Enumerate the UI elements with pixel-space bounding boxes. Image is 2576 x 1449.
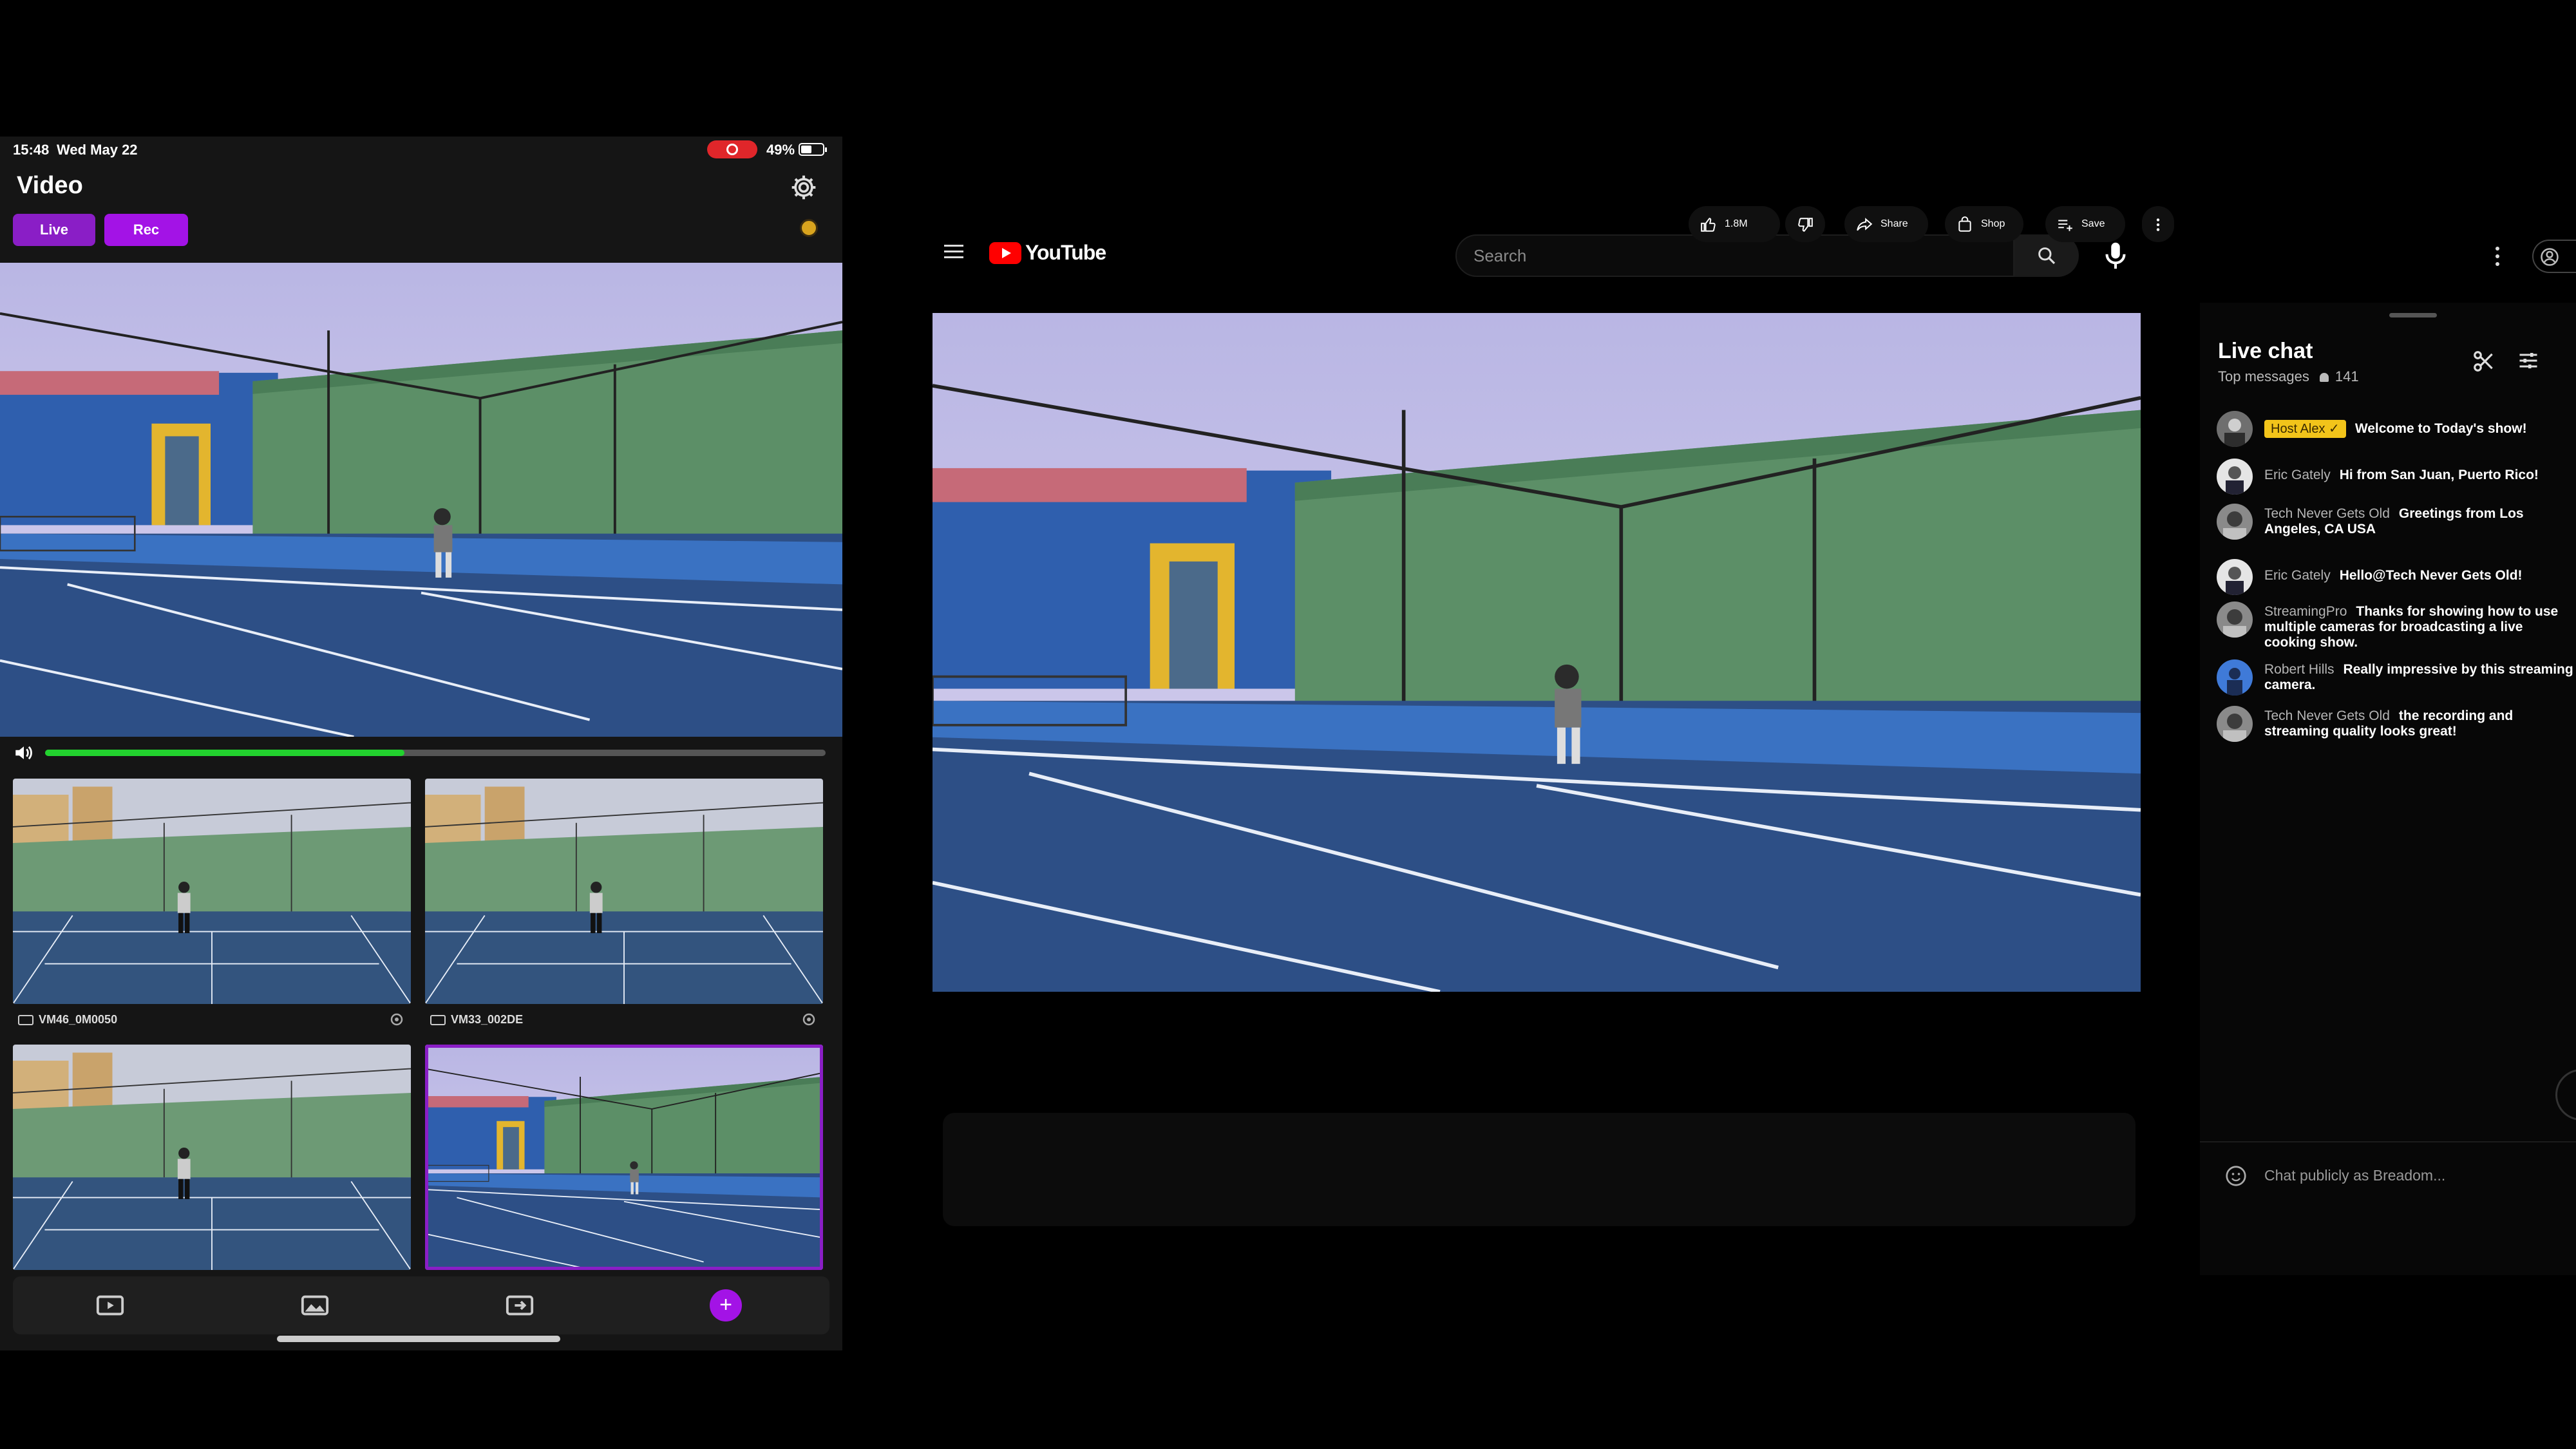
bottom-tab-bar: + bbox=[13, 1276, 829, 1334]
gear-icon[interactable] bbox=[790, 173, 818, 202]
camera-thumbnail[interactable] bbox=[13, 1045, 411, 1270]
like-button[interactable]: 1.8M bbox=[1689, 206, 1780, 242]
search-icon bbox=[2038, 247, 2056, 265]
speaker-icon[interactable] bbox=[13, 742, 35, 764]
menu-icon[interactable] bbox=[944, 245, 963, 259]
avatar bbox=[2217, 459, 2253, 495]
youtube-play-icon bbox=[989, 242, 1021, 264]
gear-icon[interactable] bbox=[389, 1012, 404, 1027]
viewer-count: 141 bbox=[2334, 368, 2359, 384]
shop-label: Shop bbox=[1981, 218, 2005, 229]
live-button[interactable]: Live bbox=[13, 214, 95, 246]
camera-thumbnail-selected[interactable] bbox=[425, 1045, 823, 1270]
chat-author: Robert Hills bbox=[2264, 662, 2334, 677]
video-icon[interactable] bbox=[95, 1291, 125, 1320]
home-indicator[interactable] bbox=[277, 1336, 560, 1342]
battery-icon bbox=[799, 143, 827, 156]
chat-message: Tech Never Gets Old Greetings from Los An… bbox=[2217, 504, 2576, 554]
camera-label: VM33_002DE bbox=[430, 1007, 523, 1032]
video-description-box[interactable] bbox=[943, 1113, 2136, 1226]
avatar bbox=[2217, 601, 2253, 638]
add-to-playlist-icon bbox=[2058, 220, 2072, 231]
avatar bbox=[2217, 659, 2253, 696]
save-label: Save bbox=[2081, 218, 2105, 229]
avatar[interactable] bbox=[800, 219, 818, 237]
main-camera-preview[interactable] bbox=[0, 263, 842, 737]
status-time: 15:48 bbox=[13, 142, 50, 158]
account-icon bbox=[2541, 248, 2559, 266]
chat-message: StreamingPro Thanks for showing how to us… bbox=[2217, 601, 2576, 656]
screen-record-indicator[interactable] bbox=[707, 140, 757, 158]
avatar bbox=[2217, 706, 2253, 742]
chat-text: Hello@Tech Never Gets Old! bbox=[2339, 568, 2523, 583]
video-player[interactable] bbox=[933, 313, 2141, 992]
thumbs-down-icon bbox=[1798, 218, 1813, 232]
host-badge: Host Alex ✓ bbox=[2264, 420, 2346, 438]
chat-author: StreamingPro bbox=[2264, 604, 2347, 619]
avatar bbox=[2217, 411, 2253, 447]
share-label: Share bbox=[1880, 218, 1908, 229]
chat-mode-selector[interactable]: Top messages 141 bbox=[2218, 368, 2359, 385]
chat-message: Eric Gately Hello@Tech Never Gets Old! bbox=[2217, 559, 2576, 598]
chat-mode: Top messages bbox=[2218, 368, 2309, 384]
thumbs-up-icon bbox=[1701, 218, 1716, 232]
chat-title: Live chat bbox=[2218, 339, 2313, 363]
shopping-bag-icon bbox=[1958, 216, 1971, 232]
camera-name: VM33_002DE bbox=[451, 1013, 524, 1026]
camera-thumbnail[interactable] bbox=[425, 779, 823, 1004]
logo-text: YouTube bbox=[1025, 241, 1106, 264]
microphone-icon[interactable] bbox=[2098, 238, 2133, 273]
shop-button[interactable]: Shop bbox=[1945, 206, 2023, 242]
filter-settings-icon[interactable] bbox=[2517, 349, 2540, 372]
person-icon bbox=[2319, 373, 2329, 382]
battery-percent: 49% bbox=[766, 142, 795, 158]
status-date: Wed May 22 bbox=[57, 142, 138, 158]
rec-button[interactable]: Rec bbox=[104, 214, 188, 246]
gallery-icon[interactable] bbox=[300, 1291, 330, 1320]
chat-text: Hi from San Juan, Puerto Rico! bbox=[2339, 468, 2539, 482]
camera-thumbnail[interactable] bbox=[13, 779, 411, 1004]
chat-message: Robert Hills Really impressive by this st… bbox=[2217, 659, 2576, 698]
chat-drag-handle[interactable] bbox=[2389, 313, 2437, 317]
camera-name: VM46_0M0050 bbox=[39, 1013, 118, 1026]
status-bar: 15:48 Wed May 22 49% bbox=[0, 137, 842, 162]
switch-icon[interactable] bbox=[505, 1291, 535, 1320]
avatar bbox=[2217, 559, 2253, 595]
youtube-page: YouTube 1.8M Share Shop Save Live chat T… bbox=[842, 206, 2576, 1275]
more-options-icon[interactable] bbox=[2491, 245, 2504, 268]
video-camera-icon bbox=[430, 1015, 446, 1026]
chat-message: Tech Never Gets Old the recording and str… bbox=[2217, 706, 2576, 744]
chat-author: Eric Gately bbox=[2264, 468, 2331, 482]
add-icon[interactable]: + bbox=[710, 1289, 742, 1321]
more-options-icon bbox=[2156, 218, 2160, 231]
sign-in-button[interactable] bbox=[2532, 240, 2576, 273]
chat-author: Tech Never Gets Old bbox=[2264, 506, 2390, 521]
verified-check-icon: ✓ bbox=[2329, 422, 2340, 436]
share-button[interactable]: Share bbox=[1844, 206, 1928, 242]
save-button[interactable]: Save bbox=[2045, 206, 2125, 242]
scissors-icon[interactable] bbox=[2472, 349, 2496, 374]
chat-author: Host Alex bbox=[2271, 422, 2325, 436]
video-camera-icon bbox=[18, 1015, 33, 1026]
camera-label: VM46_0M0050 bbox=[18, 1007, 117, 1032]
chat-text: Welcome to Today's show! bbox=[2354, 421, 2527, 436]
avatar bbox=[2217, 504, 2253, 540]
share-icon bbox=[1857, 218, 1873, 231]
volume-meter[interactable] bbox=[45, 750, 826, 756]
dislike-button[interactable] bbox=[1785, 206, 1825, 242]
chat-message: Eric Gately Hi from San Juan, Puerto Rico… bbox=[2217, 459, 2576, 497]
chat-author: Eric Gately bbox=[2264, 568, 2331, 583]
chat-input[interactable] bbox=[2264, 1159, 2561, 1191]
emoji-icon[interactable] bbox=[2224, 1164, 2248, 1188]
chat-divider bbox=[2200, 1141, 2576, 1142]
gear-icon[interactable] bbox=[801, 1012, 817, 1027]
volume-level-fill bbox=[45, 750, 404, 756]
chat-message: Host Alex ✓ Welcome to Today's show! bbox=[2217, 411, 2576, 450]
camera-app-panel: 15:48 Wed May 22 49% Video Live Rec VM46… bbox=[0, 137, 842, 1350]
more-actions-button[interactable] bbox=[2142, 206, 2174, 242]
page-title: Video bbox=[17, 172, 83, 199]
chat-author: Tech Never Gets Old bbox=[2264, 708, 2390, 723]
like-count: 1.8M bbox=[1725, 218, 1748, 229]
